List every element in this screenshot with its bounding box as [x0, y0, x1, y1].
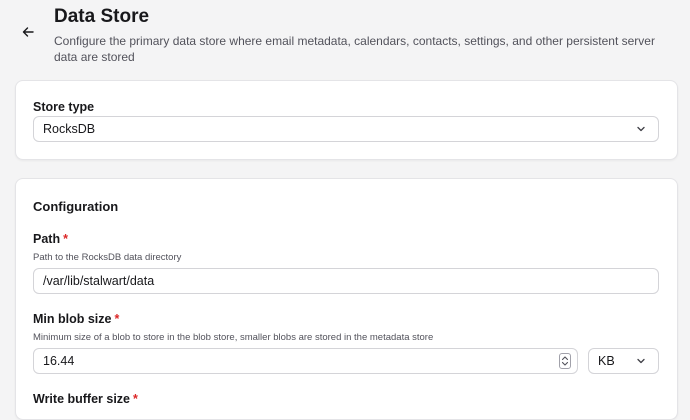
store-type-value: RocksDB: [43, 122, 96, 136]
min-blob-size-label-text: Min blob size: [33, 312, 112, 326]
number-stepper[interactable]: [559, 353, 571, 369]
path-label: Path *: [33, 232, 68, 246]
min-blob-size-help: Minimum size of a blob to store in the b…: [33, 332, 434, 343]
required-mark: *: [63, 232, 68, 246]
path-label-text: Path: [33, 232, 61, 246]
size-unit-select[interactable]: KB: [588, 348, 659, 374]
store-type-select[interactable]: RocksDB: [33, 116, 659, 142]
page-title: Data Store: [54, 6, 150, 27]
path-help: Path to the RocksDB data directory: [33, 252, 182, 263]
size-unit-value: KB: [598, 354, 615, 368]
required-mark: *: [114, 312, 120, 326]
path-value: /var/lib/stalwart/data: [43, 274, 155, 288]
chevron-down-icon: [637, 358, 645, 364]
arrow-left-icon: [22, 27, 34, 37]
write-buffer-size-label-text: Write buffer size: [33, 392, 131, 406]
store-type-card: Store type RocksDB: [15, 80, 678, 160]
up-down-stepper-icon: [561, 356, 569, 366]
section-title: Configuration: [33, 199, 119, 214]
chevron-down-icon: [637, 126, 645, 132]
path-input[interactable]: /var/lib/stalwart/data: [33, 268, 659, 294]
min-blob-size-label: Min blob size *: [33, 312, 119, 326]
page-subtitle: Configure the primary data store where e…: [54, 34, 655, 64]
required-mark: *: [133, 392, 138, 406]
min-blob-size-value: 16.44: [43, 354, 75, 368]
min-blob-size-input[interactable]: 16.44: [33, 348, 578, 374]
configuration-card: Configuration Path * Path to the RocksDB …: [15, 178, 678, 420]
back-button[interactable]: [18, 22, 38, 42]
page-header: Data Store Configure the primary data st…: [0, 0, 690, 70]
write-buffer-size-label: Write buffer size *: [33, 392, 138, 406]
store-type-label: Store type: [33, 100, 95, 114]
